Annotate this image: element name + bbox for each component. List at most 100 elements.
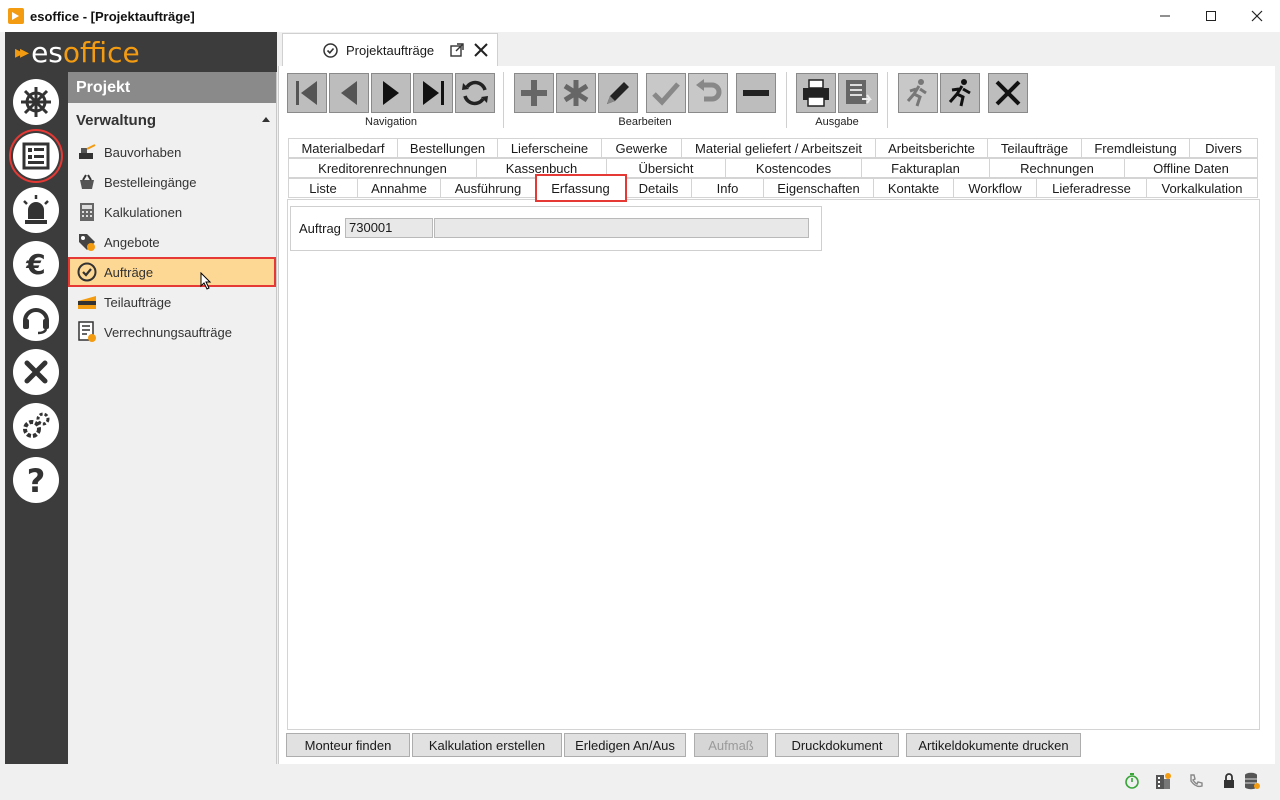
nav-item-bestelleingaenge[interactable]: Bestelleingänge [68, 167, 276, 197]
kalkulation-erstellen-button[interactable]: Kalkulation erstellen [412, 733, 562, 757]
nav-item-bauvorhaben[interactable]: Bauvorhaben [68, 137, 276, 167]
rail-tools-button[interactable] [13, 349, 59, 395]
nav-group-verwaltung[interactable]: Verwaltung [68, 103, 276, 137]
tab-liste[interactable]: Liste [288, 178, 358, 198]
auftrag-description-field[interactable] [434, 218, 809, 238]
rail-alarm-button[interactable] [13, 187, 59, 233]
phone-icon[interactable] [1187, 772, 1205, 790]
nav-panel: Projekt Verwaltung Bauvorhaben Bestellei… [68, 72, 277, 764]
stopwatch-icon[interactable] [1123, 772, 1141, 790]
nav-item-auftraege[interactable]: Aufträge [68, 257, 276, 290]
tab-workflow[interactable]: Workflow [954, 178, 1037, 198]
building-icon[interactable] [1154, 772, 1172, 790]
runner-slow-button[interactable] [898, 73, 938, 113]
status-bar [0, 764, 1280, 800]
tab-row-2: Kreditorenrechnungen Kassenbuch Übersich… [288, 158, 1258, 178]
lock-icon[interactable] [1220, 772, 1238, 790]
auftrag-label: Auftrag [299, 221, 341, 236]
basket-icon [76, 171, 98, 193]
rail-finance-button[interactable]: € [13, 241, 59, 287]
nav-item-angebote[interactable]: Angebote [68, 227, 276, 257]
caret-up-icon[interactable] [262, 117, 270, 122]
tab-kreditorenrechnungen[interactable]: Kreditorenrechnungen [288, 158, 477, 178]
tab-lieferscheine[interactable]: Lieferscheine [498, 138, 602, 158]
previous-record-button[interactable] [329, 73, 369, 113]
database-icon[interactable] [1243, 772, 1261, 790]
minimize-button[interactable] [1142, 0, 1188, 32]
window-controls [1142, 0, 1280, 32]
rail-project-button[interactable] [13, 133, 59, 179]
tab-teilauftraege[interactable]: Teilaufträge [988, 138, 1082, 158]
first-record-button[interactable] [287, 73, 327, 113]
calculator-icon [76, 201, 98, 223]
list-export-icon [846, 80, 872, 104]
aufmass-button[interactable]: Aufmaß [694, 733, 768, 757]
runner-icon [906, 79, 927, 107]
runner-icon [948, 79, 971, 107]
tab-vorkalkulation[interactable]: Vorkalkulation [1147, 178, 1258, 198]
last-record-button[interactable] [413, 73, 453, 113]
tab-kostencodes[interactable]: Kostencodes [726, 158, 862, 178]
excavator-icon [76, 141, 98, 163]
tab-offline-daten[interactable]: Offline Daten [1125, 158, 1258, 178]
export-list-button[interactable] [838, 73, 878, 113]
nav-item-kalkulationen[interactable]: Kalkulationen [68, 197, 276, 227]
delete-record-button[interactable] [736, 73, 776, 113]
print-button[interactable] [796, 73, 836, 113]
copy-record-button[interactable] [556, 73, 596, 113]
monteur-finden-button[interactable]: Monteur finden [286, 733, 410, 757]
tab-lieferadresse[interactable]: Lieferadresse [1037, 178, 1147, 198]
tab-divers[interactable]: Divers [1190, 138, 1258, 158]
rail-support-button[interactable] [13, 295, 59, 341]
tab-bestellungen[interactable]: Bestellungen [398, 138, 498, 158]
undo-icon [696, 79, 722, 102]
edit-record-button[interactable] [598, 73, 638, 113]
skip-first-icon [296, 81, 317, 105]
nav-item-teilauftraege[interactable]: Teilaufträge [68, 287, 276, 317]
tab-materialbedarf[interactable]: Materialbedarf [288, 138, 398, 158]
rail-help-button[interactable]: ? [13, 457, 59, 503]
erledigen-button[interactable]: Erledigen An/Aus [564, 733, 686, 757]
auftrag-number-field[interactable]: 730001 [345, 218, 433, 238]
next-record-button[interactable] [371, 73, 411, 113]
save-record-button[interactable] [646, 73, 686, 113]
runner-fast-button[interactable] [940, 73, 980, 113]
tab-details[interactable]: Details [626, 178, 692, 198]
tab-material-geliefert[interactable]: Material geliefert / Arbeitszeit [682, 138, 876, 158]
tab-annahme[interactable]: Annahme [358, 178, 441, 198]
rail-helm-button[interactable] [13, 79, 59, 125]
cake-slice-icon [76, 291, 98, 313]
tab-ausfuehrung[interactable]: Ausführung [441, 178, 536, 198]
headset-icon [23, 308, 49, 335]
tab-eigenschaften[interactable]: Eigenschaften [764, 178, 874, 198]
rail-settings-button[interactable] [13, 403, 59, 449]
title-bar: esoffice - [Projektaufträge] [0, 0, 1280, 32]
druckdokument-button[interactable]: Druckdokument [775, 733, 899, 757]
next-icon [383, 81, 399, 105]
close-record-button[interactable] [988, 73, 1028, 113]
nav-item-label: Aufträge [104, 264, 154, 280]
refresh-button[interactable] [455, 73, 495, 113]
close-window-button[interactable] [1234, 0, 1280, 32]
toolbar-group-label-edit: Bearbeiten [618, 116, 672, 128]
tab-arbeitsberichte[interactable]: Arbeitsberichte [876, 138, 988, 158]
new-record-button[interactable] [514, 73, 554, 113]
artikeldokumente-drucken-button[interactable]: Artikeldokumente drucken [906, 733, 1081, 757]
tab-info[interactable]: Info [692, 178, 764, 198]
maximize-button[interactable] [1188, 0, 1234, 32]
document-tab[interactable]: Projektaufträge [282, 33, 498, 66]
tab-erfassung[interactable]: Erfassung [535, 174, 627, 202]
undo-button[interactable] [688, 73, 728, 113]
tab-fremdleistung[interactable]: Fremdleistung [1082, 138, 1190, 158]
close-tab-icon[interactable] [474, 43, 488, 57]
toolbar-group-label-navigation: Navigation [365, 116, 417, 128]
tab-gewerke[interactable]: Gewerke [602, 138, 682, 158]
nav-item-verrechnungsauftraege[interactable]: Verrechnungsaufträge [68, 317, 276, 347]
check-circle-icon [323, 42, 338, 58]
tab-rechnungen[interactable]: Rechnungen [990, 158, 1125, 178]
popout-icon[interactable] [450, 43, 464, 57]
asterisk-icon [563, 80, 589, 106]
tab-fakturaplan[interactable]: Fakturaplan [862, 158, 990, 178]
gears-icon [23, 412, 50, 438]
tab-kontakte[interactable]: Kontakte [874, 178, 954, 198]
